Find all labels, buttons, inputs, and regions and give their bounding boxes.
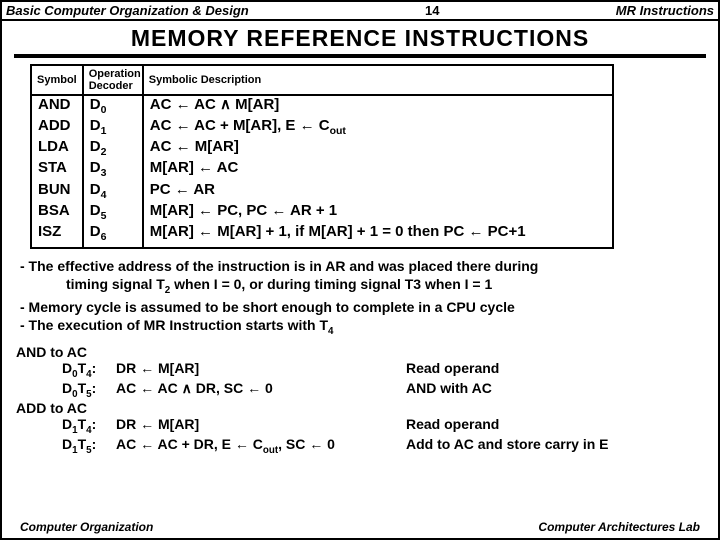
- table-row: BUND4PC ← AR: [31, 181, 613, 202]
- cell-decoder: D6: [83, 223, 143, 248]
- exec-expr: AC ← AC ∧ DR, SC ← 0: [116, 380, 406, 400]
- cell-symbol: LDA: [31, 138, 83, 159]
- exec-comment: AND with AC: [406, 380, 704, 400]
- slide-page: Basic Computer Organization & Design 14 …: [0, 0, 720, 540]
- instruction-table: Symbol Operation Decoder Symbolic Descri…: [30, 64, 614, 249]
- cell-symbol: BUN: [31, 181, 83, 202]
- cell-decoder: D3: [83, 159, 143, 180]
- exec-label: D1T5:: [16, 436, 116, 456]
- execution-block: AND to AC D0T4: DR ← M[AR] Read operand …: [16, 344, 704, 455]
- cell-symbol: BSA: [31, 202, 83, 223]
- table-row: ADDD1AC ← AC + M[AR], E ← Cout: [31, 117, 613, 138]
- note-line: - Memory cycle is assumed to be short en…: [20, 298, 700, 316]
- exec-row: D1T4: DR ← M[AR] Read operand: [16, 416, 704, 436]
- cell-description: PC ← AR: [143, 181, 613, 202]
- cell-symbol: STA: [31, 159, 83, 180]
- th-description: Symbolic Description: [143, 65, 613, 95]
- cell-decoder: D4: [83, 181, 143, 202]
- exec-label: D0T5:: [16, 380, 116, 400]
- exec-label: D0T4:: [16, 360, 116, 380]
- header-left: Basic Computer Organization & Design: [6, 3, 249, 18]
- exec-expr: DR ← M[AR]: [116, 416, 406, 436]
- exec-comment: Read operand: [406, 416, 704, 436]
- exec-comment: Add to AC and store carry in E: [406, 436, 704, 456]
- note-line-cont: timing signal T2 when I = 0, or during t…: [20, 275, 700, 298]
- cell-description: M[AR] ← PC, PC ← AR + 1: [143, 202, 613, 223]
- footer-left: Computer Organization: [20, 520, 153, 534]
- title-rule: [14, 54, 706, 58]
- exec-row: D1T5: AC ← AC + DR, E ← Cout, SC ← 0 Add…: [16, 436, 704, 456]
- cell-description: AC ← AC ∧ M[AR]: [143, 95, 613, 117]
- page-number: 14: [425, 3, 439, 18]
- cell-decoder: D1: [83, 117, 143, 138]
- table-header-row: Symbol Operation Decoder Symbolic Descri…: [31, 65, 613, 95]
- cell-symbol: ADD: [31, 117, 83, 138]
- exec-expr: DR ← M[AR]: [116, 360, 406, 380]
- cell-description: AC ← AC + M[AR], E ← Cout: [143, 117, 613, 138]
- header-right: MR Instructions: [616, 3, 714, 18]
- cell-description: AC ← M[AR]: [143, 138, 613, 159]
- page-title: MEMORY REFERENCE INSTRUCTIONS: [2, 21, 718, 54]
- th-decoder: Operation Decoder: [83, 65, 143, 95]
- note-line: - The execution of MR Instruction starts…: [20, 316, 700, 339]
- header-bar: Basic Computer Organization & Design 14 …: [2, 2, 718, 21]
- table-row: BSAD5M[AR] ← PC, PC ← AR + 1: [31, 202, 613, 223]
- footer-bar: Computer Organization Computer Architect…: [2, 520, 718, 534]
- footer-right: Computer Architectures Lab: [538, 520, 700, 534]
- table-row: ISZD6M[AR] ← M[AR] + 1, if M[AR] + 1 = 0…: [31, 223, 613, 248]
- cell-description: M[AR] ← AC: [143, 159, 613, 180]
- cell-symbol: ISZ: [31, 223, 83, 248]
- notes-block: - The effective address of the instructi…: [20, 257, 700, 338]
- exec-row: D0T5: AC ← AC ∧ DR, SC ← 0 AND with AC: [16, 380, 704, 400]
- table-row: LDAD2AC ← M[AR]: [31, 138, 613, 159]
- exec-heading: AND to AC: [16, 344, 704, 360]
- cell-decoder: D2: [83, 138, 143, 159]
- exec-row: D0T4: DR ← M[AR] Read operand: [16, 360, 704, 380]
- exec-label: D1T4:: [16, 416, 116, 436]
- cell-symbol: AND: [31, 95, 83, 117]
- table-row: STAD3M[AR] ← AC: [31, 159, 613, 180]
- th-symbol: Symbol: [31, 65, 83, 95]
- cell-decoder: D5: [83, 202, 143, 223]
- exec-comment: Read operand: [406, 360, 704, 380]
- exec-heading: ADD to AC: [16, 400, 704, 416]
- exec-expr: AC ← AC + DR, E ← Cout, SC ← 0: [116, 436, 406, 456]
- note-line: - The effective address of the instructi…: [20, 257, 700, 275]
- cell-description: M[AR] ← M[AR] + 1, if M[AR] + 1 = 0 then…: [143, 223, 613, 248]
- cell-decoder: D0: [83, 95, 143, 117]
- table-row: ANDD0AC ← AC ∧ M[AR]: [31, 95, 613, 117]
